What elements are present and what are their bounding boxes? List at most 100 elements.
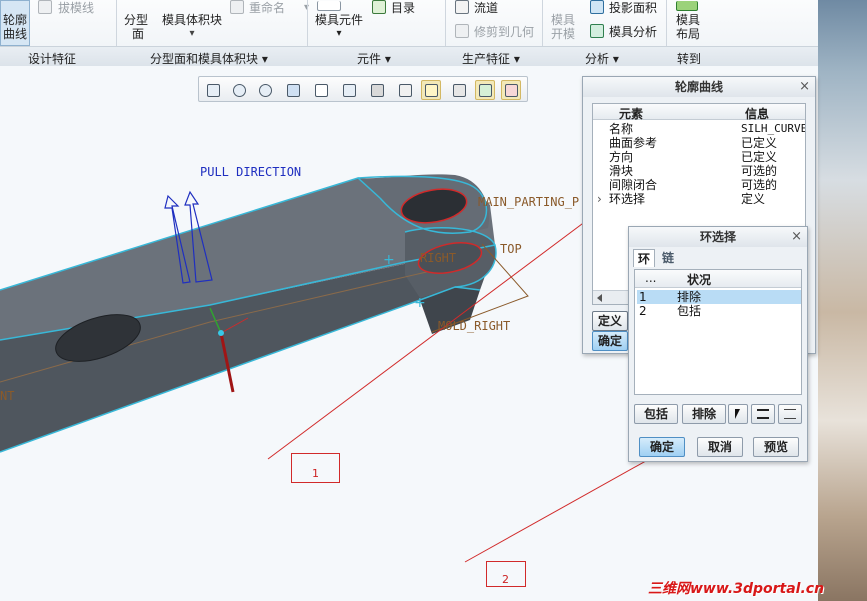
mold-layout-button[interactable]: 模具 布局: [676, 1, 700, 41]
zoom-fit-button[interactable]: [203, 80, 223, 100]
mold-open-button[interactable]: 模具 开模: [551, 13, 575, 41]
repaint-button[interactable]: [283, 80, 303, 100]
element-row[interactable]: 滑块 可选的: [593, 164, 805, 178]
element-list-header: 元素 信息: [593, 104, 805, 122]
tab-chain[interactable]: 链: [657, 249, 679, 267]
catalog-label: 目录: [391, 1, 416, 15]
point-display-button[interactable]: [501, 80, 521, 100]
element-row[interactable]: 曲面参考 已定义: [593, 136, 805, 150]
element-name: 曲面参考: [609, 136, 658, 150]
zoom-fit-icon: [207, 84, 220, 97]
group-analysis-label: 分析: [585, 52, 610, 66]
list-view-button[interactable]: [751, 404, 775, 424]
pull-direction-label: PULL DIRECTION: [200, 165, 301, 179]
mold-volume-dropdown-icon: ▾: [189, 28, 195, 39]
loop-status: 包括: [677, 304, 702, 318]
list-view-icon: [757, 409, 769, 419]
group-goto[interactable]: 转到: [677, 50, 701, 67]
datum-display-button[interactable]: [395, 80, 415, 100]
group-components-dropdown-icon: ▾: [384, 52, 391, 66]
saved-orientations-icon: [343, 84, 356, 97]
group-production-features[interactable]: 生产特征 ▾: [462, 50, 520, 67]
spin-center-button[interactable]: [449, 80, 469, 100]
projected-area-label: 投影面积: [609, 1, 658, 15]
mold-right-label: MOLD_RIGHT: [438, 319, 510, 333]
callout-1-box: 1: [291, 453, 340, 483]
group-analysis-dropdown-icon: ▾: [612, 52, 619, 66]
loop-preview-button[interactable]: 预览: [753, 437, 799, 457]
mold-component-button[interactable]: 模具元件 ▾: [315, 1, 364, 41]
mold-layout-icon: [676, 1, 698, 11]
loop-row[interactable]: 1 排除: [637, 290, 801, 304]
display-style-button[interactable]: [311, 80, 331, 100]
col-status-header[interactable]: 状况: [687, 271, 711, 288]
detail-view-button[interactable]: [778, 404, 802, 424]
loop-dialog-title: 环选择: [629, 227, 807, 247]
datum-marker: +: [414, 295, 426, 311]
trim-to-geometry-label: 修剪到几何: [474, 25, 535, 39]
element-row[interactable]: 间隙闭合 可选的: [593, 178, 805, 192]
datum-display-icon: [399, 84, 412, 97]
group-components[interactable]: 元件 ▾: [357, 50, 391, 67]
saved-orientations-button[interactable]: [339, 80, 359, 100]
group-analysis[interactable]: 分析 ▾: [585, 50, 619, 67]
cursor-arrow-icon: [735, 409, 740, 419]
define-button[interactable]: 定义: [592, 311, 628, 331]
loop-index: 2: [639, 304, 647, 318]
element-info: SILH_CURVE_: [741, 122, 805, 135]
group-design-features[interactable]: 设计特征: [28, 50, 76, 67]
csys-display-button[interactable]: [475, 80, 495, 100]
loop-ok-button[interactable]: 确定: [639, 437, 685, 457]
parting-surface-button[interactable]: 分型 面: [124, 13, 152, 41]
draft-line-label: 拔模线: [58, 1, 95, 15]
view-manager-button[interactable]: [367, 80, 387, 100]
projected-area-icon: [590, 0, 604, 14]
close-icon[interactable]: ×: [799, 79, 810, 95]
zoom-out-icon: [259, 84, 272, 97]
zoom-out-button[interactable]: [255, 80, 275, 100]
mold-analysis-icon: [590, 24, 604, 38]
element-info: 定义: [741, 192, 766, 206]
loop-selection-dialog: 环选择 × 环 链 ... 状况 1 排除 2 包括 包括 排除 确定 取消 预…: [628, 226, 808, 462]
col-info-header[interactable]: 信息: [745, 105, 769, 122]
col-index-header[interactable]: ...: [645, 271, 656, 285]
scroll-left-icon[interactable]: [597, 294, 602, 302]
exclude-button[interactable]: 排除: [682, 404, 726, 424]
right-datum-label: RIGHT: [420, 251, 456, 265]
group-components-label: 元件: [357, 52, 382, 66]
group-parting-and-volume[interactable]: 分型面和模具体积块 ▾: [150, 50, 268, 67]
component-icon: [317, 1, 341, 11]
mold-analysis-label: 模具分析: [609, 25, 658, 39]
rename-icon: [230, 0, 244, 14]
col-element-header[interactable]: 元素: [619, 105, 643, 122]
site-watermark: 三维网www.3dportal.cn: [648, 581, 825, 597]
display-style-icon: [315, 84, 328, 97]
silhouette-ok-button[interactable]: 确定: [592, 331, 628, 351]
close-icon[interactable]: ×: [791, 229, 802, 245]
draft-line-icon: [38, 0, 52, 14]
loop-row[interactable]: 2 包括: [637, 304, 801, 318]
element-row[interactable]: › 环选择 定义: [593, 192, 805, 206]
csys-origin: [218, 330, 224, 336]
zoom-in-button[interactable]: [229, 80, 249, 100]
include-button[interactable]: 包括: [634, 404, 678, 424]
callout-2-number: 2: [502, 573, 509, 586]
tab-loop[interactable]: 环: [633, 249, 655, 267]
main-parting-label: MAIN_PARTING_P: [478, 195, 579, 209]
view-manager-icon: [371, 84, 384, 97]
mold-volume-button[interactable]: 模具体积块 ▾: [162, 13, 222, 41]
loop-cancel-button[interactable]: 取消: [697, 437, 743, 457]
zoom-in-icon: [233, 84, 246, 97]
silhouette-curve-button[interactable]: 轮廓 曲线: [0, 0, 30, 46]
element-info: 可选的: [741, 178, 778, 192]
element-name: 环选择: [609, 192, 646, 206]
mold-component-label: 模具元件: [315, 13, 364, 27]
element-row[interactable]: 名称 SILH_CURVE_: [593, 122, 805, 136]
select-arrow-button[interactable]: [728, 404, 748, 424]
mold-volume-label: 模具体积块: [162, 13, 223, 27]
mold-component-dropdown-icon: ▾: [336, 28, 342, 39]
annotation-display-button[interactable]: [421, 80, 441, 100]
element-name: 滑块: [609, 164, 634, 178]
element-row[interactable]: 方向 已定义: [593, 150, 805, 164]
ribbon-group-bar: 设计特征 分型面和模具体积块 ▾ 元件 ▾ 生产特征 ▾ 分析 ▾ 转到: [0, 46, 818, 66]
